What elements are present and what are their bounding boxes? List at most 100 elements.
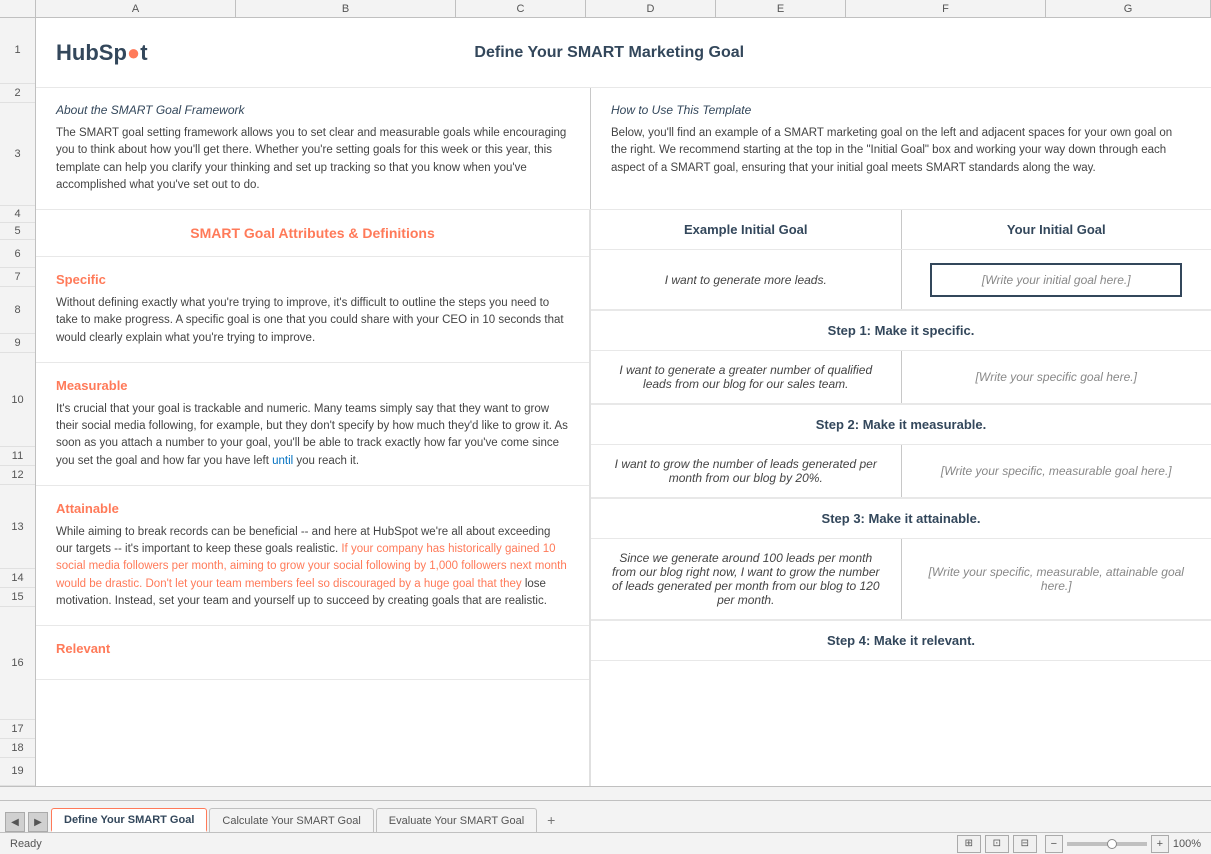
row-num-6: 6 (0, 240, 35, 268)
step3-example: Since we generate around 100 leads per m… (591, 539, 902, 619)
attributes-title: SMART Goal Attributes & Definitions (190, 225, 434, 241)
grid-area: 1 2 3 4 5 6 7 8 9 10 11 12 13 14 15 16 1… (0, 18, 1211, 786)
initial-example-cell: I want to generate more leads. (591, 250, 902, 309)
step2-example: I want to grow the number of leads gener… (591, 445, 902, 497)
tab-prev-btn[interactable]: ◀ (5, 812, 25, 832)
step1-placeholder: [Write your specific goal here.] (976, 370, 1137, 384)
col-header-d: D (586, 0, 716, 17)
step2-title: Step 2: Make it measurable. (606, 417, 1196, 432)
row-num-18: 18 (0, 739, 35, 758)
attainable-orange: If your company has historically gained … (56, 543, 567, 590)
initial-goal-row: I want to generate more leads. [Write yo… (591, 250, 1211, 310)
corner-cell (0, 0, 36, 17)
measurable-section: Measurable It's crucial that your goal i… (36, 363, 589, 486)
tab-bar: ◀ ▶ Define Your SMART Goal Calculate You… (0, 800, 1211, 832)
step2-placeholder: [Write your specific, measurable goal he… (941, 464, 1172, 478)
row-num-16: 16 (0, 607, 35, 720)
example-col-header: Example Initial Goal (591, 210, 902, 249)
zoom-control: − + 100% (1045, 835, 1201, 853)
attainable-section: Attainable While aiming to break records… (36, 486, 589, 626)
right-col-headers: Example Initial Goal Your Initial Goal (591, 210, 1211, 250)
step1-example-text: I want to generate a greater number of q… (606, 363, 886, 391)
row-num-10: 10 (0, 353, 35, 447)
row-num-11: 11 (0, 447, 35, 466)
tab-next-btn[interactable]: ▶ (28, 812, 48, 832)
step1-header: Step 1: Make it specific. (591, 310, 1211, 351)
column-headers: A B C D E F G (0, 0, 1211, 18)
layout-view-btn[interactable]: ⊟ (1013, 835, 1037, 853)
step1-example: I want to generate a greater number of q… (591, 351, 902, 403)
tab-calculate-smart-goal[interactable]: Calculate Your SMART Goal (209, 808, 373, 832)
row-num-1: 1 (0, 18, 35, 84)
step4-header: Step 4: Make it relevant. (591, 620, 1211, 661)
measurable-title: Measurable (56, 378, 569, 393)
info-left: About the SMART Goal Framework The SMART… (36, 88, 591, 209)
row-num-15: 15 (0, 588, 35, 607)
zoom-plus-btn[interactable]: + (1151, 835, 1169, 853)
right-content: Example Initial Goal Your Initial Goal I… (591, 210, 1211, 786)
page-title-area: Define Your SMART Marketing Goal (148, 44, 1071, 62)
step1-title: Step 1: Make it specific. (606, 323, 1196, 338)
step4-title: Step 4: Make it relevant. (606, 633, 1196, 648)
col-header-a: A (36, 0, 236, 17)
view-buttons: ⊞ ⊡ ⊟ (957, 835, 1037, 853)
app-shell: A B C D E F G 1 2 3 4 5 6 7 8 9 10 11 12… (0, 0, 1211, 854)
tab-define-smart-goal[interactable]: Define Your SMART Goal (51, 808, 207, 832)
zoom-slider[interactable] (1067, 842, 1147, 846)
row-num-12: 12 (0, 466, 35, 485)
col-header-g: G (1046, 0, 1211, 17)
row-num-7: 7 (0, 268, 35, 287)
step3-header: Step 3: Make it attainable. (591, 498, 1211, 539)
col-header-f: F (846, 0, 1046, 17)
attainable-title: Attainable (56, 501, 569, 516)
attainable-text: While aiming to break records can be ben… (56, 524, 569, 610)
zoom-slider-thumb (1107, 839, 1117, 849)
status-bar: Ready ⊞ ⊡ ⊟ − + 100% (0, 832, 1211, 854)
horizontal-scroll[interactable] (0, 786, 1211, 800)
row-num-4: 4 (0, 206, 35, 223)
add-sheet-btn[interactable]: + (539, 808, 563, 832)
step2-example-text: I want to grow the number of leads gener… (606, 457, 886, 485)
step3-row: Since we generate around 100 leads per m… (591, 539, 1211, 620)
specific-text: Without defining exactly what you're try… (56, 295, 569, 347)
full-layout: SMART Goal Attributes & Definitions Spec… (36, 210, 1211, 786)
attributes-header: SMART Goal Attributes & Definitions (36, 210, 589, 257)
zoom-level: 100% (1173, 838, 1201, 850)
step3-title: Step 3: Make it attainable. (606, 511, 1196, 526)
step2-your[interactable]: [Write your specific, measurable goal he… (902, 445, 1211, 497)
status-right: ⊞ ⊡ ⊟ − + 100% (957, 835, 1201, 853)
measurable-link: until (272, 455, 293, 467)
step1-your[interactable]: [Write your specific goal here.] (902, 351, 1211, 403)
step2-header: Step 2: Make it measurable. (591, 404, 1211, 445)
grid-view-btn[interactable]: ⊞ (957, 835, 981, 853)
col-header-e: E (716, 0, 846, 17)
how-to-heading: How to Use This Template (611, 103, 1191, 117)
relevant-section: Relevant (36, 626, 589, 680)
specific-section: Specific Without defining exactly what y… (36, 257, 589, 363)
status-text: Ready (10, 838, 42, 850)
page-view-btn[interactable]: ⊡ (985, 835, 1009, 853)
about-text: The SMART goal setting framework allows … (56, 125, 570, 194)
col-header-b: B (236, 0, 456, 17)
initial-example-text: I want to generate more leads. (665, 273, 827, 287)
row-numbers: 1 2 3 4 5 6 7 8 9 10 11 12 13 14 15 16 1… (0, 18, 36, 786)
row-num-8: 8 (0, 287, 35, 334)
your-col-header: Your Initial Goal (902, 210, 1211, 249)
zoom-minus-btn[interactable]: − (1045, 835, 1063, 853)
header-row: HubSp●t Define Your SMART Marketing Goal (36, 18, 1211, 88)
row-num-14: 14 (0, 569, 35, 588)
tab-evaluate-smart-goal[interactable]: Evaluate Your SMART Goal (376, 808, 537, 832)
sheet-content: HubSp●t Define Your SMART Marketing Goal… (36, 18, 1211, 786)
specific-title: Specific (56, 272, 569, 287)
measurable-text: It's crucial that your goal is trackable… (56, 401, 569, 470)
how-to-text: Below, you'll find an example of a SMART… (611, 125, 1191, 177)
row-num-13: 13 (0, 485, 35, 570)
row-num-5: 5 (0, 223, 35, 240)
hubspot-logo: HubSp●t (56, 40, 148, 66)
step3-your[interactable]: [Write your specific, measurable, attain… (902, 539, 1211, 619)
row-num-2: 2 (0, 84, 35, 103)
initial-goal-input[interactable]: [Write your initial goal here.] (930, 263, 1182, 297)
info-right: How to Use This Template Below, you'll f… (591, 88, 1211, 209)
initial-your-cell[interactable]: [Write your initial goal here.] (902, 250, 1211, 309)
row-num-19: 19 (0, 758, 35, 786)
